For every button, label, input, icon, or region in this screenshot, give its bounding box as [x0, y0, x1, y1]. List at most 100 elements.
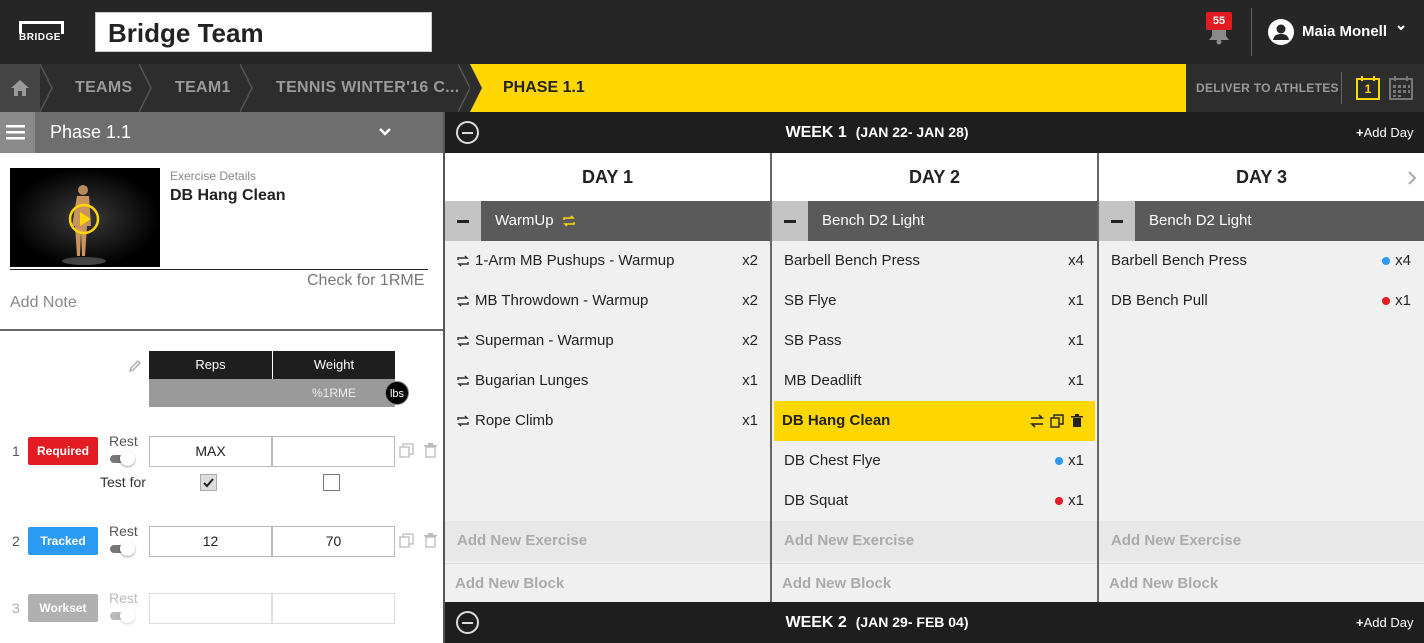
repeat-icon [457, 295, 469, 307]
breadcrumb-separator [40, 64, 53, 112]
exercise-count: x4 [1395, 252, 1411, 269]
block-title: WarmUp [495, 201, 576, 241]
copy-icon[interactable] [399, 443, 414, 463]
exercise-item[interactable]: 1-Arm MB Pushups - Warmup [456, 241, 675, 281]
exercise-video[interactable] [10, 168, 160, 267]
add-new-block-button[interactable]: Add New Block [445, 563, 770, 602]
bridge-logo[interactable]: BRIDGE [19, 21, 65, 45]
user-icon[interactable] [1268, 19, 1294, 45]
add-new-exercise-button[interactable]: Add New Exercise [772, 521, 1097, 561]
trash-icon[interactable] [424, 443, 437, 463]
test-for-label: Test for [100, 474, 146, 490]
breadcrumb-program[interactable]: TENNIS WINTER'16 C... [276, 64, 459, 112]
exercise-count: x1 [1395, 292, 1411, 309]
plus-icon: + [1356, 615, 1364, 630]
divider [0, 329, 443, 331]
repeat-icon [457, 415, 469, 427]
exercise-count: x2 [742, 332, 758, 349]
exercise-item[interactable]: Rope Climb [456, 401, 553, 441]
unit-toggle[interactable]: lbs [385, 381, 409, 405]
home-icon[interactable] [0, 64, 40, 112]
block-header[interactable] [1099, 201, 1424, 241]
block-title: Bench D2 Light [1149, 212, 1252, 229]
collapse-block-icon[interactable] [1099, 201, 1135, 241]
breadcrumb-separator [240, 64, 253, 112]
day-title: DAY 2 [772, 153, 1097, 201]
exercise-item[interactable]: Bugarian Lunges [456, 361, 588, 401]
rest-toggle[interactable] [110, 608, 136, 623]
play-icon[interactable] [68, 203, 100, 235]
add-day-button[interactable]: +Add Day [1356, 602, 1413, 643]
test-weight-checkbox[interactable] [323, 474, 340, 491]
calendar-month-icon[interactable] [1388, 75, 1414, 101]
add-new-block-button[interactable]: Add New Block [1099, 563, 1424, 602]
deliver-to-athletes-button[interactable]: DELIVER TO ATHLETES [1196, 64, 1339, 112]
top-divider [1251, 8, 1252, 56]
phase-title[interactable]: Phase 1.1 [50, 112, 131, 153]
add-note-field[interactable]: Add Note [10, 294, 77, 312]
exercise-item[interactable]: DB Squat [784, 481, 848, 521]
exercise-item[interactable]: Barbell Bench Press [784, 241, 920, 281]
reps-input[interactable]: 12 [149, 526, 272, 557]
weight-input[interactable] [272, 593, 395, 624]
copy-icon[interactable] [1050, 414, 1064, 433]
logo-text: BRIDGE [19, 32, 61, 43]
add-day-button[interactable]: +Add Day [1356, 112, 1413, 153]
breadcrumb-arrow [1172, 64, 1185, 112]
breadcrumb-team1[interactable]: TEAM1 [175, 64, 231, 112]
collapse-block-icon[interactable] [772, 201, 808, 241]
collapse-block-icon[interactable] [445, 201, 481, 241]
trash-icon[interactable] [1071, 414, 1083, 433]
team-name-field[interactable]: Bridge Team [95, 12, 432, 52]
copy-icon[interactable] [399, 533, 414, 553]
add-new-exercise-button[interactable]: Add New Exercise [445, 521, 770, 561]
exercise-item[interactable]: SB Pass [784, 321, 842, 361]
breadcrumb-divider [1341, 72, 1342, 104]
set-type-tag[interactable]: Workset [28, 594, 98, 622]
menu-icon[interactable] [0, 112, 35, 153]
exercise-item[interactable]: SB Flye [784, 281, 837, 321]
chevron-right-icon[interactable] [1406, 170, 1418, 191]
chevron-down-icon[interactable] [1396, 22, 1406, 36]
exercise-name: Superman - Warmup [475, 332, 614, 349]
exercise-item[interactable]: DB Chest Flye [784, 441, 881, 481]
breadcrumb-teams[interactable]: TEAMS [75, 64, 133, 112]
rest-toggle[interactable] [110, 541, 136, 556]
set-type-tag[interactable]: Required [28, 437, 98, 465]
weight-input[interactable] [272, 436, 395, 467]
exercise-item[interactable]: Superman - Warmup [456, 321, 614, 361]
set-type-tag[interactable]: Tracked [28, 527, 98, 555]
exercise-item[interactable]: MB Deadlift [784, 361, 862, 401]
week-range: (JAN 29- FEB 04) [855, 614, 969, 630]
check-1rme-link[interactable]: Check for 1RME [307, 272, 424, 290]
user-name[interactable]: Maia Monell [1302, 23, 1387, 40]
exercise-item[interactable]: MB Throwdown - Warmup [456, 281, 648, 321]
test-reps-checkbox[interactable] [200, 474, 217, 491]
weight-input[interactable]: 70 [272, 526, 395, 557]
exercise-count: x4 [1068, 252, 1084, 269]
exercise-name: Rope Climb [475, 412, 554, 429]
repeat-icon [457, 375, 469, 387]
block-header[interactable] [445, 201, 770, 241]
notification-badge[interactable]: 55 [1206, 12, 1232, 30]
reps-input[interactable]: MAX [149, 436, 272, 467]
add-new-exercise-button[interactable]: Add New Exercise [1099, 521, 1424, 561]
chevron-down-icon[interactable] [378, 125, 392, 144]
exercise-item[interactable]: Barbell Bench Press [1111, 241, 1247, 281]
set-number: 1 [12, 443, 20, 459]
pencil-icon[interactable] [128, 359, 142, 378]
swap-icon[interactable] [1030, 414, 1044, 433]
weight-unit-type[interactable]: %1RME [273, 379, 395, 407]
add-day-label: Add Day [1363, 125, 1414, 140]
rest-toggle[interactable] [110, 451, 136, 466]
add-new-block-button[interactable]: Add New Block [772, 563, 1097, 602]
reps-input[interactable] [149, 593, 272, 624]
divider [10, 269, 428, 270]
block-header[interactable] [772, 201, 1097, 241]
selected-exercise-name[interactable]: DB Hang Clean [782, 401, 890, 441]
calendar-day-icon[interactable]: 1 [1355, 75, 1381, 101]
exercise-item[interactable]: DB Bench Pull [1111, 281, 1208, 321]
repeat-icon [457, 335, 469, 347]
trash-icon[interactable] [424, 533, 437, 553]
repeat-icon [562, 215, 575, 227]
